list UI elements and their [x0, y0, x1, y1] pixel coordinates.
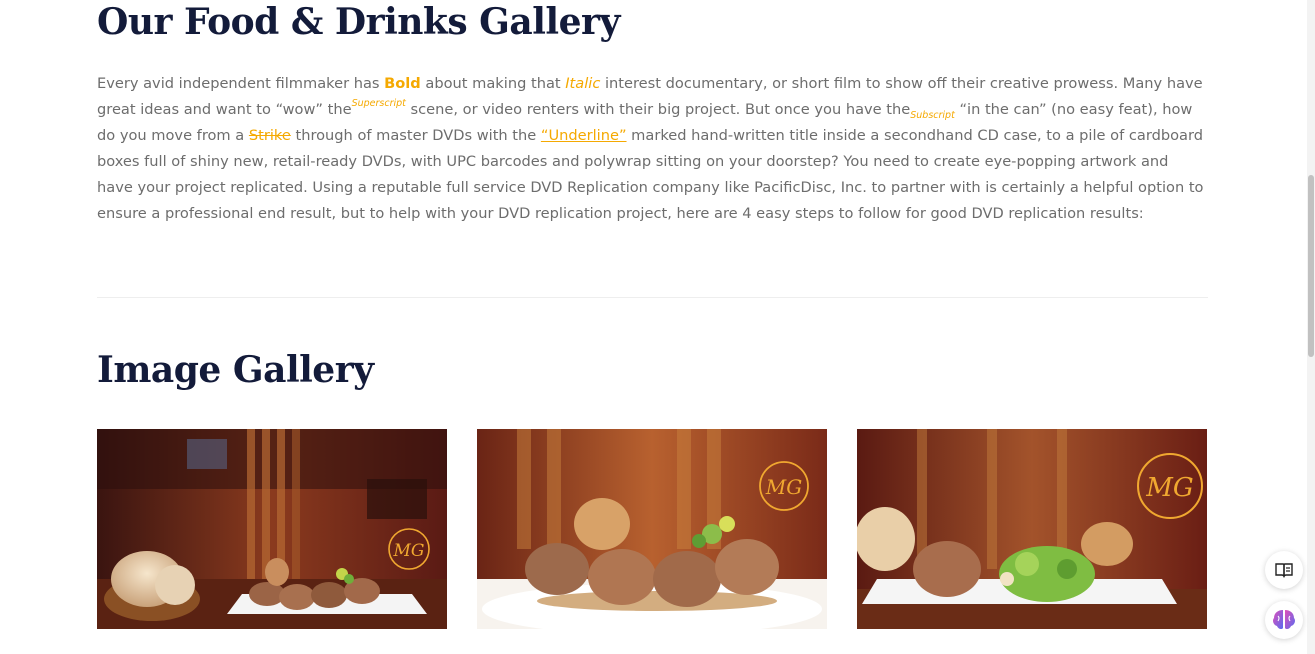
gallery-image-3[interactable]: MG: [857, 429, 1207, 629]
logo-text-2: MG: [765, 475, 802, 499]
logo-text-1: MG: [393, 541, 425, 561]
intro-text-6: through of master DVDs with the: [290, 127, 541, 144]
intro-text-1: Every avid independent filmmaker has: [97, 75, 385, 92]
gallery-image-2[interactable]: MG: [477, 429, 827, 629]
bold-text: Bold: [384, 75, 421, 92]
subscript-text: Subscript: [910, 110, 955, 121]
underline-link[interactable]: “Underline”: [541, 127, 627, 144]
reader-mode-button[interactable]: [1265, 551, 1303, 589]
food-photo-1: MG: [97, 429, 447, 629]
image-gallery-heading: Image Gallery: [97, 349, 374, 391]
section-divider: [97, 297, 1208, 298]
food-photo-3: MG: [857, 429, 1207, 629]
intro-paragraph: Every avid independent filmmaker has Bol…: [97, 71, 1208, 227]
ai-brain-icon: [1273, 610, 1295, 630]
ai-assistant-button[interactable]: [1265, 601, 1303, 639]
food-photo-2: MG: [477, 429, 827, 629]
gallery-heading: Our Food & Drinks Gallery: [97, 1, 620, 43]
scrollbar-thumb[interactable]: [1308, 175, 1314, 357]
italic-text: Italic: [565, 75, 601, 92]
strike-text: Strike: [248, 127, 291, 144]
superscript-text: Superscript: [351, 98, 406, 109]
intro-text-2: about making that: [420, 75, 566, 92]
scrollbar-track[interactable]: [1307, 0, 1315, 654]
intro-text-4: scene, or video renters with their big p…: [405, 101, 911, 118]
reader-mode-icon: [1275, 563, 1293, 578]
logo-text-3: MG: [1145, 473, 1193, 503]
gallery-image-1[interactable]: MG: [97, 429, 447, 629]
